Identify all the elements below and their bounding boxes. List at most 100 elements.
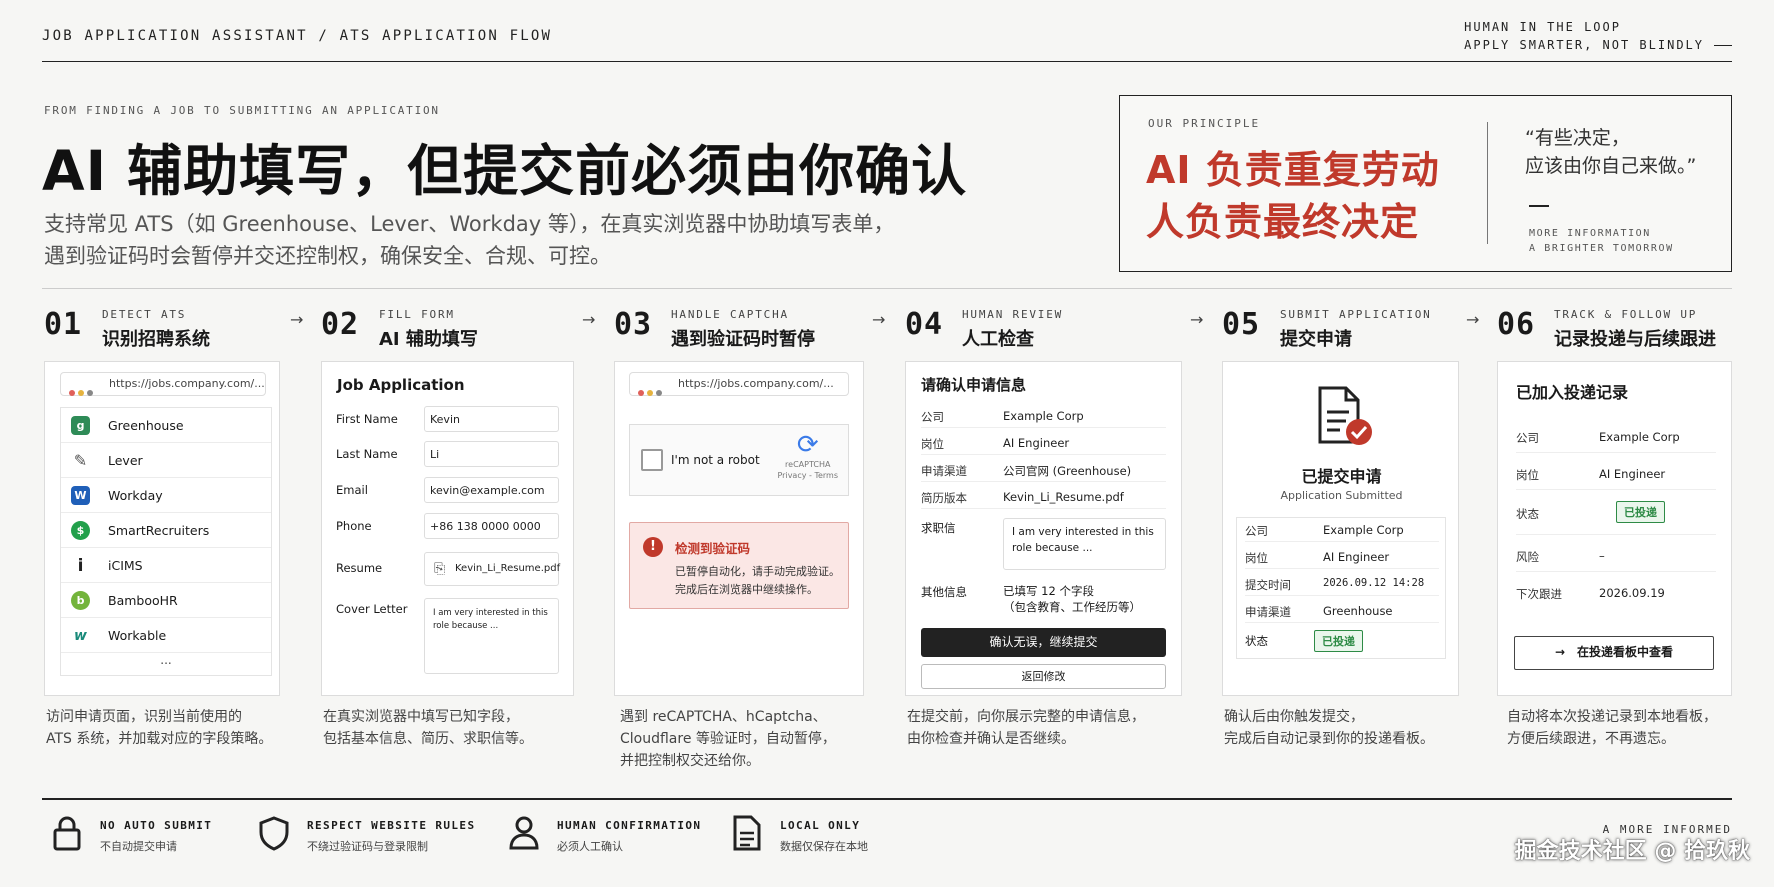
more-line2: A BRIGHTER TOMORROW [1529, 243, 1674, 254]
row-key: 公司 [1516, 431, 1539, 445]
phone-label: Phone [336, 519, 372, 533]
smartrecruiters-icon: $ [71, 521, 90, 540]
desc-line: Cloudflare 等验证时，自动暂停， [620, 731, 836, 747]
row-value: 2026.09.19 [1599, 586, 1665, 600]
step-en-label: DETECT ATS [102, 308, 187, 321]
lever-icon: ✎ [71, 451, 90, 470]
step-04-description: 在提交前，向你展示完整的申请信息， 由你检查并确认是否继续。 [907, 706, 1145, 750]
step-en-label: FILL FORM [379, 308, 455, 321]
view-board-label: 在投递看板中查看 [1577, 645, 1674, 659]
other-info-line1: 已填写 12 个字段 [1003, 584, 1094, 598]
principle-line2: 人负责最终决定 [1146, 200, 1420, 244]
feature-subtitle: 不绕过验证码与登录限制 [307, 840, 428, 853]
header-title: JOB APPLICATION ASSISTANT / ATS APPLICAT… [42, 28, 553, 44]
icims-icon: i [71, 556, 90, 576]
row-value: Example Corp [1323, 523, 1404, 537]
captcha-brand: reCAPTCHA [785, 460, 831, 469]
detail-row-channel: 申请渠道 Greenhouse [1245, 599, 1439, 623]
captcha-label: I'm not a robot [671, 453, 760, 467]
person-icon [509, 816, 539, 850]
first-name-label: First Name [336, 412, 398, 426]
list-item-workday[interactable]: W Workday [61, 478, 271, 513]
row-key: 岗位 [1245, 551, 1268, 565]
alert-title: 检测到验证码 [675, 541, 751, 556]
list-item-bamboohr[interactable]: b BambooHR [61, 583, 271, 618]
feature-title: HUMAN CONFIRMATION [557, 819, 702, 832]
resume-upload[interactable]: ⎘ Kevin_Li_Resume.pdf [424, 552, 560, 586]
desc-line: 并把控制权交还给你。 [620, 753, 760, 769]
ats-name: Workday [108, 488, 163, 503]
track-card: 已加入投递记录 公司 Example Corp 岗位 AI Engineer 状态 … [1497, 361, 1732, 696]
list-item-greenhouse[interactable]: g Greenhouse [61, 408, 271, 443]
step-number: 02 [321, 307, 360, 342]
back-edit-button[interactable]: 返回修改 [921, 664, 1166, 689]
feature-subtitle: 数据仅保存在本地 [780, 840, 868, 853]
list-item-lever[interactable]: ✎ Lever [61, 443, 271, 478]
quote-line2: 应该由你自己来做。” [1525, 155, 1697, 177]
row-key: 下次跟进 [1516, 587, 1562, 601]
row-key: 公司 [1245, 524, 1268, 538]
arrow-icon: → [582, 310, 596, 329]
step-number: 03 [614, 307, 653, 342]
page-title: AI 辅助填写，但提交前必须由你确认 [42, 139, 968, 203]
row-value: 2026.09.12 14:28 [1323, 577, 1425, 589]
desc-line: 访问申请页面，识别当前使用的 [46, 709, 242, 725]
row-key: 申请渠道 [1245, 605, 1291, 619]
phone-field[interactable]: +86 138 0000 0000 [424, 513, 559, 539]
feature-subtitle: 不自动提交申请 [100, 840, 177, 853]
row-value: Greenhouse [1323, 604, 1393, 618]
browser-url-bar[interactable]: https://jobs.company.com/... [629, 372, 849, 396]
alert-line2: 完成后在浏览器中继续操作。 [675, 583, 818, 596]
review-row-channel: 申请渠道 公司官网 (Greenhouse) [921, 458, 1166, 482]
subtitle-line1: 支持常见 ATS（如 Greenhouse、Lever、Workday 等），在… [44, 212, 895, 236]
step-zh-label: 人工检查 [962, 329, 1034, 350]
divider [1487, 122, 1488, 244]
top-bar: JOB APPLICATION ASSISTANT / ATS APPLICAT… [42, 18, 1732, 62]
list-item-smartrecruiters[interactable]: $ SmartRecruiters [61, 513, 271, 548]
row-key: 岗位 [921, 437, 944, 451]
step-en-label: HUMAN REVIEW [962, 308, 1064, 321]
browser-url-bar[interactable]: https://jobs.company.com/... [60, 372, 266, 396]
other-info-value: 已填写 12 个字段 （包含教育、工作经历等） [1003, 583, 1141, 615]
submitted-document-icon [1316, 386, 1372, 446]
captcha-links[interactable]: Privacy - Terms [778, 470, 839, 481]
window-dots [638, 381, 665, 400]
track-row-risk: 风险 – [1516, 544, 1716, 572]
recaptcha-icon: ⟳ [796, 430, 819, 460]
feature-title: NO AUTO SUBMIT [100, 819, 213, 832]
other-info-line2: （包含教育、工作经历等） [1003, 600, 1141, 614]
ats-name: SmartRecruiters [108, 523, 210, 538]
captcha-checkbox[interactable] [641, 449, 663, 471]
lock-icon [53, 816, 81, 851]
feature-subtitle: 必须人工确认 [557, 840, 623, 853]
view-board-button[interactable]: → 在投递看板中查看 [1514, 636, 1714, 670]
captcha-alert: ! 检测到验证码 已暂停自动化，请手动完成验证。 完成后在浏览器中继续操作。 [629, 522, 849, 609]
list-item-workable[interactable]: w Workable [61, 618, 271, 653]
detect-ats-card: https://jobs.company.com/... g Greenhous… [44, 361, 280, 696]
cover-letter-field[interactable]: I am very interested in this role becaus… [424, 598, 559, 674]
principle-box: OUR PRINCIPLE AI 负责重复劳动 人负责最终决定 “有些决定， 应… [1119, 95, 1732, 272]
first-name-field[interactable]: Kevin [424, 406, 559, 432]
status-label: 状态 [1245, 634, 1268, 648]
divider [42, 798, 1732, 800]
row-key: 提交时间 [1245, 578, 1291, 592]
url-text: https://jobs.company.com/... [109, 377, 265, 390]
recaptcha-logo: ⟳ reCAPTCHA Privacy - Terms [778, 431, 839, 481]
status-badge: 已投递 [1616, 501, 1665, 523]
step-number: 04 [905, 307, 944, 342]
human-review-card: 请确认申请信息 公司 Example Corp 岗位 AI Engineer 申请渠… [905, 361, 1182, 696]
subtitle-line2: 遇到验证码时会暂停并交还控制权，确保安全、合规、可控。 [44, 244, 611, 268]
captcha-card: https://jobs.company.com/... I'm not a r… [614, 361, 864, 696]
step-number: 01 [44, 307, 83, 342]
desc-line: 方便后续跟进，不再遗忘。 [1507, 731, 1675, 747]
feature-title: RESPECT WEBSITE RULES [307, 819, 476, 832]
principle-quote: “有些决定， 应该由你自己来做。” [1525, 124, 1696, 180]
list-item-icims[interactable]: i iCIMS [61, 548, 271, 583]
cover-letter-preview: I am very interested in this role becaus… [1003, 518, 1166, 570]
last-name-field[interactable]: Li [424, 441, 559, 467]
confirm-submit-button[interactable]: 确认无误，继续提交 [921, 628, 1166, 657]
header-tagline: HUMAN IN THE LOOP APPLY SMARTER, NOT BLI… [1464, 18, 1732, 54]
review-row-company: 公司 Example Corp [921, 404, 1166, 428]
email-field[interactable]: kevin@example.com [424, 477, 559, 503]
status-badge-text: 已投递 [1616, 501, 1665, 523]
